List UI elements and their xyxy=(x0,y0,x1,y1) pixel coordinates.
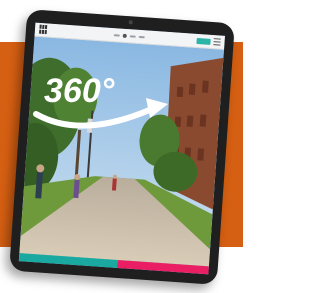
tablet-screen: ▮▮▮ ▮▮▮ xyxy=(18,22,225,275)
panorama-badge: 360° xyxy=(22,62,172,132)
site-logo: ▮▮▮ ▮▮▮ xyxy=(38,23,48,35)
nav-dot[interactable] xyxy=(138,35,145,38)
topbar-action-button[interactable] xyxy=(196,37,211,45)
menu-icon[interactable] xyxy=(213,38,221,46)
camera-dot xyxy=(128,20,133,25)
tablet-device: ▮▮▮ ▮▮▮ xyxy=(9,9,235,285)
badge-label: 360° xyxy=(44,72,115,110)
nav-dot[interactable] xyxy=(113,33,120,37)
panorama-arrow-icon xyxy=(33,105,157,129)
nav-dot[interactable] xyxy=(129,34,136,38)
nav-dot-active[interactable] xyxy=(122,33,127,38)
